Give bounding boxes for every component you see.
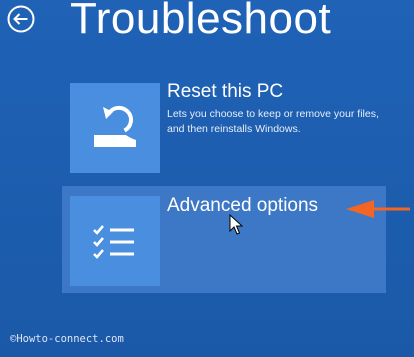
orange-pointer-arrow-icon	[346, 200, 410, 218]
option-title: Reset this PC	[167, 81, 284, 102]
advanced-tile	[70, 196, 160, 286]
page-title: Troubleshoot	[70, 0, 332, 43]
checklist-icon	[93, 225, 134, 259]
option-description: Lets you choose to keep or remove your f…	[167, 108, 379, 135]
back-arrow-icon	[7, 5, 35, 33]
mouse-cursor-icon	[229, 214, 243, 235]
back-button[interactable]	[6, 4, 36, 34]
advanced-options-option[interactable]: Advanced options	[62, 186, 386, 293]
reset-this-pc-option[interactable]: Reset this PC Lets you choose to keep or…	[62, 75, 386, 175]
troubleshoot-screen: Troubleshoot Reset this PC Lets you choo…	[0, 0, 414, 357]
watermark: ©Howto-connect.com	[10, 333, 124, 345]
reset-pc-icon	[94, 105, 136, 147]
reset-tile	[70, 83, 160, 173]
